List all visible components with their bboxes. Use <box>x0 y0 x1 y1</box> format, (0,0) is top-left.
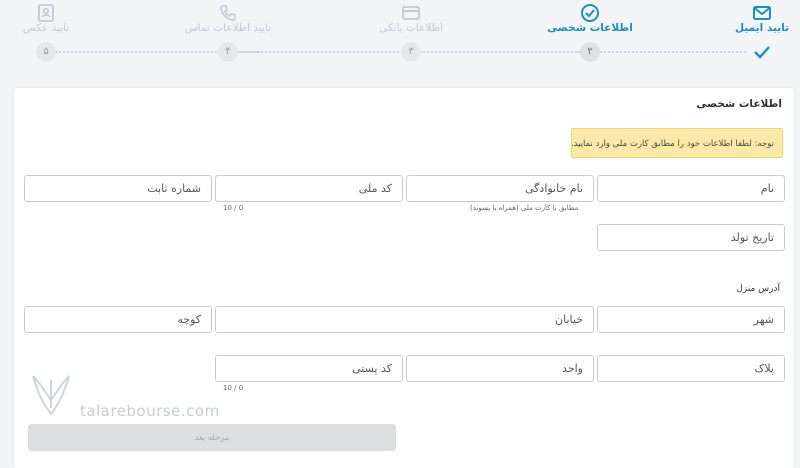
street-field[interactable]: خیابان <box>215 306 594 333</box>
phone-icon <box>220 5 236 21</box>
step-label: تایید ایمیل <box>734 22 790 34</box>
first-name-field[interactable]: نام <box>597 175 785 202</box>
step-contact-verification: تایید اطلاعات تماس ۴ <box>168 0 288 72</box>
unit-field[interactable]: واحد <box>406 355 594 382</box>
checkmark-icon <box>754 46 770 59</box>
watermark-text: talarebourse.com <box>80 402 220 420</box>
step-label: اطلاعات شخصی <box>547 22 633 34</box>
id-card-icon <box>38 4 54 22</box>
step-number: ۵ <box>36 42 56 62</box>
last-name-field[interactable]: نام خانوادگی <box>406 175 594 202</box>
step-indicator <box>752 42 772 62</box>
city-field[interactable]: شهر <box>597 306 785 333</box>
check-circle-icon <box>581 4 599 22</box>
national-code-counter: 10 / 0 <box>223 204 244 212</box>
envelope-icon <box>753 6 771 20</box>
national-code-field[interactable]: کد ملی <box>215 175 403 202</box>
step-number: ۴ <box>218 42 238 62</box>
alley-field[interactable]: کوچه <box>24 306 212 333</box>
card-icon <box>402 6 420 20</box>
step-number: ۲ <box>580 42 600 62</box>
step-personal-info: اطلاعات شخصی ۲ <box>530 0 650 72</box>
step-number: ۳ <box>401 42 421 62</box>
step-label: تایید عکس <box>22 22 70 34</box>
next-step-button[interactable]: مرحله بعد <box>28 424 396 451</box>
phone-field[interactable]: شماره ثابت <box>24 175 212 202</box>
progress-stepper: تایید ایمیل اطلاعات شخصی ۲ اطلاعات بانکی… <box>0 0 800 72</box>
birth-date-field[interactable]: تاریخ تولد <box>597 224 785 251</box>
watermark-logo-icon <box>32 375 70 416</box>
step-photo-verification: تایید عکس ۵ <box>0 0 106 72</box>
step-label: اطلاعات بانکی <box>379 22 443 34</box>
step-label: تایید اطلاعات تماس <box>184 22 272 34</box>
last-name-hint: مطابق با کارت ملی (همراه با پسوند) <box>470 204 579 212</box>
step-bank-info: اطلاعات بانکی ۳ <box>351 0 471 72</box>
address-section-label: آدرس منزل <box>736 284 780 294</box>
notice-banner: توجه: لطفا اطلاعات خود را مطابق کارت ملی… <box>571 128 783 158</box>
postal-code-counter: 10 / 0 <box>223 384 244 392</box>
step-email-verification: تایید ایمیل <box>702 0 800 72</box>
plaque-field[interactable]: پلاک <box>597 355 785 382</box>
postal-code-field[interactable]: کد پستی <box>215 355 403 382</box>
card-title: اطلاعات شخصی <box>696 98 782 110</box>
